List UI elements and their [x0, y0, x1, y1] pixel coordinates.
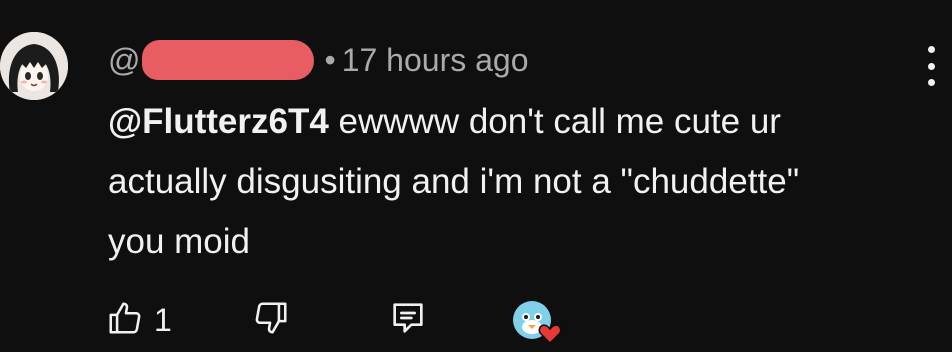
- thumbs-up-icon: [106, 299, 144, 342]
- reply-button[interactable]: [388, 296, 428, 344]
- comment-text-line-2: actually disgusiting and i'm not a "chud…: [108, 162, 800, 201]
- more-vertical-icon[interactable]: [920, 46, 942, 86]
- avatar[interactable]: [0, 32, 68, 100]
- author-handle-prefix[interactable]: @: [108, 42, 140, 79]
- mention-link[interactable]: @Flutterz6T4: [108, 102, 329, 141]
- author-handle-redaction: [142, 40, 315, 80]
- creator-heart-icon: [510, 296, 562, 346]
- comment-text-line-1: ewwww don't call me cute ur: [328, 102, 781, 141]
- comment-timestamp[interactable]: 17 hours ago: [342, 42, 529, 79]
- comment-text-line-3: you moid: [108, 222, 251, 261]
- thumbs-down-icon: [252, 299, 290, 342]
- like-button[interactable]: 1: [106, 296, 172, 344]
- like-count: 1: [154, 301, 172, 338]
- comment-text: @Flutterz6T4 ewwww don't call me cute ur…: [108, 92, 908, 272]
- comment-actions: 1: [106, 296, 606, 346]
- comment-meta: @ • 17 hours ago: [108, 38, 529, 82]
- meta-separator: •: [324, 41, 336, 78]
- dislike-button[interactable]: [252, 296, 290, 344]
- reply-icon: [388, 298, 428, 343]
